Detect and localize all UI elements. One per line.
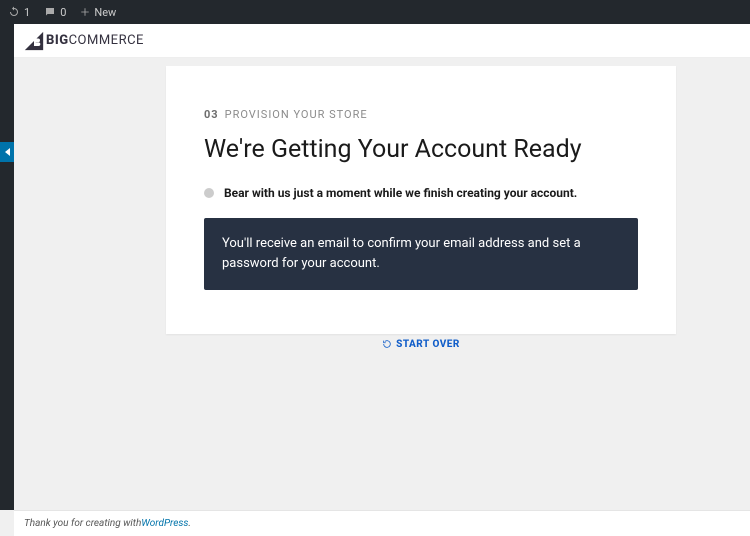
- footer-suffix: .: [188, 518, 191, 529]
- step-name: PROVISION YOUR STORE: [225, 108, 368, 121]
- footer-bar: Thank you for creating with WordPress .: [14, 510, 750, 536]
- provision-card: 03 PROVISION YOUR STORE We're Getting You…: [166, 66, 676, 334]
- brand-logo: BIGCOMMERCE: [24, 31, 144, 51]
- footer-prefix: Thank you for creating with: [24, 518, 141, 529]
- start-over-label: START OVER: [396, 339, 460, 350]
- wp-sidebar-collapsed: [0, 24, 14, 510]
- adminbar-comments[interactable]: 0: [44, 6, 66, 19]
- header-bar: BIGCOMMERCE: [14, 24, 750, 58]
- brand-name: BIGCOMMERCE: [46, 33, 144, 48]
- adminbar-new[interactable]: New: [80, 6, 116, 19]
- comments-count: 0: [60, 6, 66, 19]
- status-text: Bear with us just a moment while we fini…: [224, 186, 577, 200]
- spinner-icon: [204, 188, 214, 198]
- sidebar-expand-toggle[interactable]: [0, 142, 14, 162]
- step-label: 03 PROVISION YOUR STORE: [204, 108, 638, 121]
- updates-count: 1: [24, 6, 30, 19]
- step-number: 03: [204, 108, 219, 121]
- wp-admin-bar: 1 0 New: [0, 0, 750, 24]
- page-title: We're Getting Your Account Ready: [204, 135, 638, 164]
- bigcommerce-mark-icon: [24, 31, 44, 51]
- status-row: Bear with us just a moment while we fini…: [204, 186, 638, 200]
- new-label: New: [94, 6, 116, 19]
- start-over-row: START OVER: [166, 324, 676, 353]
- plus-icon: [80, 7, 90, 17]
- adminbar-updates[interactable]: 1: [8, 6, 30, 19]
- info-message: You'll receive an email to confirm your …: [204, 218, 638, 290]
- start-over-link[interactable]: START OVER: [382, 339, 460, 350]
- restart-icon: [382, 339, 392, 349]
- content-area: 03 PROVISION YOUR STORE We're Getting You…: [14, 58, 750, 510]
- comment-icon: [44, 6, 56, 18]
- refresh-icon: [8, 6, 20, 18]
- footer-wordpress-link[interactable]: WordPress: [141, 518, 188, 529]
